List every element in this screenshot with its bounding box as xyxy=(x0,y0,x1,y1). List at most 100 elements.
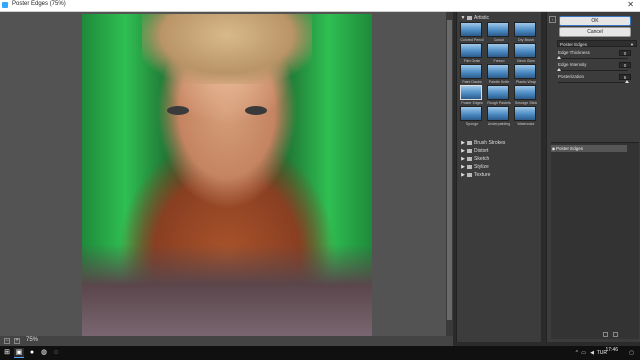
filter-label: Palette Knife xyxy=(488,80,510,84)
tray-chevron-icon[interactable]: ^ xyxy=(576,350,578,356)
photoshop-icon xyxy=(2,2,8,8)
slider-handle[interactable] xyxy=(557,68,561,71)
param-posterization: Posterization 6 xyxy=(557,74,637,86)
effect-layers-panel: ◉Poster Edges xyxy=(551,142,639,339)
filter-thumbnail[interactable]: Dry Brush xyxy=(514,22,538,44)
scrollbar-thumb[interactable] xyxy=(447,20,452,320)
app-taskbar-icon[interactable]: ● xyxy=(27,348,37,358)
gallery-scrollbar[interactable] xyxy=(541,12,543,342)
photoshop-taskbar-icon[interactable]: ▣ xyxy=(14,348,24,358)
image-eye-right xyxy=(245,106,267,115)
filter-thumbnail[interactable]: Palette Knife xyxy=(487,64,511,86)
filter-thumbnail[interactable]: Plastic Wrap xyxy=(514,64,538,86)
volume-icon[interactable]: ◀ xyxy=(590,350,594,356)
filter-label: Neon Glow xyxy=(517,59,535,63)
category-sketch[interactable]: ▶ Sketch xyxy=(459,155,541,163)
window-title: Poster Edges (75%) xyxy=(12,1,66,7)
filter-thumbnail[interactable]: Underpainting xyxy=(487,106,511,128)
zoom-level[interactable]: 75% xyxy=(26,337,38,343)
filter-thumbnail[interactable]: Film Grain xyxy=(460,43,484,65)
filter-thumbnail[interactable]: Smudge Stick xyxy=(514,85,538,107)
filter-preview-image xyxy=(487,64,509,79)
cancel-button[interactable]: Cancel xyxy=(559,27,631,37)
slider-track[interactable] xyxy=(558,58,628,59)
chevron-right-icon: ▶ xyxy=(461,156,465,162)
filter-preview-image xyxy=(460,64,482,79)
close-icon[interactable]: ✕ xyxy=(627,0,634,10)
filter-label: Rough Pastels xyxy=(487,101,511,105)
filter-preview-image xyxy=(460,43,482,58)
chevron-right-icon: ▶ xyxy=(461,140,465,146)
filter-label: Colored Pencil xyxy=(460,38,484,42)
filter-preview-image xyxy=(460,106,482,121)
preview-image[interactable] xyxy=(82,14,372,336)
filter-thumbnail[interactable]: Neon Glow xyxy=(514,43,538,65)
category-distort[interactable]: ▶ Distort xyxy=(459,147,541,155)
param-value-input[interactable]: 0 xyxy=(619,50,631,56)
slider-track[interactable] xyxy=(558,70,628,71)
window-titlebar: Poster Edges (75%) ✕ xyxy=(0,0,640,12)
filter-preview-image xyxy=(487,43,509,58)
filter-label: Film Grain xyxy=(463,59,481,63)
filter-thumbnail[interactable]: Poster Edges xyxy=(460,85,484,107)
ok-button[interactable]: OK xyxy=(559,16,631,26)
clock[interactable]: 17:46 xyxy=(605,348,618,353)
filter-label: Plastic Wrap xyxy=(515,80,537,84)
image-eye-left xyxy=(167,106,189,115)
browser-taskbar-icon[interactable]: ◍ xyxy=(39,348,49,358)
notifications-icon[interactable]: ▢ xyxy=(629,350,634,356)
preview-vertical-scrollbar[interactable] xyxy=(446,12,453,336)
filter-label: Watercolor xyxy=(517,122,535,126)
filter-preview-image xyxy=(487,106,509,121)
collapse-gallery-icon[interactable]: ‹ xyxy=(549,16,556,23)
filter-thumbnail[interactable]: Sponge xyxy=(460,106,484,128)
filter-label: Paint Daubs xyxy=(462,80,482,84)
filter-thumbnail[interactable]: Colored Pencil xyxy=(460,22,484,44)
filter-preview-image xyxy=(514,106,536,121)
windows-taskbar: ⊞ ▣ ● ◍ ◌ ^ ▭ ◀ TUR 17:46 ▢ xyxy=(0,346,640,360)
filter-preview-image xyxy=(514,64,536,79)
chevron-down-icon: ▼ xyxy=(460,15,466,21)
filter-preview-image xyxy=(460,22,482,37)
folder-icon xyxy=(467,164,472,169)
category-artistic[interactable]: ▼ Artistic xyxy=(459,14,541,22)
filter-thumbnail[interactable]: Watercolor xyxy=(514,106,538,128)
delete-effect-layer-icon[interactable] xyxy=(613,332,618,337)
chevron-right-icon: ▶ xyxy=(461,172,465,178)
filter-preview-image xyxy=(514,85,536,100)
slider-track[interactable] xyxy=(558,82,628,83)
filter-thumbnail[interactable]: Rough Pastels xyxy=(487,85,511,107)
folder-icon xyxy=(467,148,472,153)
filter-gallery: ▼ Artistic Colored Pencil Cutout Dry Brush F… xyxy=(456,12,543,342)
effect-layer-row[interactable]: ◉Poster Edges xyxy=(551,145,627,152)
filter-preview-image xyxy=(460,85,482,100)
new-effect-layer-icon[interactable] xyxy=(603,332,608,337)
filter-thumbnail[interactable]: Fresco xyxy=(487,43,511,65)
filter-select[interactable]: Poster Edges ▼ xyxy=(557,40,637,47)
slider-handle[interactable] xyxy=(625,80,629,83)
category-stylize[interactable]: ▶ Stylize xyxy=(459,163,541,171)
category-brush-strokes[interactable]: ▶ Brush Strokes xyxy=(459,139,541,147)
param-value-input[interactable]: 0 xyxy=(619,62,631,68)
preview-area xyxy=(0,12,453,336)
explorer-taskbar-icon[interactable]: ◌ xyxy=(51,348,61,358)
network-icon[interactable]: ▭ xyxy=(581,350,586,356)
folder-icon xyxy=(467,156,472,161)
chevron-right-icon: ▶ xyxy=(461,164,465,170)
filter-preview-image xyxy=(487,85,509,100)
windows-start-icon[interactable]: ⊞ xyxy=(2,348,12,358)
zoom-in-button[interactable]: + xyxy=(14,338,20,344)
param-edge-intensity: Edge Intensity 0 xyxy=(557,62,637,74)
chevron-down-icon: ▼ xyxy=(630,42,634,47)
category-texture[interactable]: ▶ Texture xyxy=(459,171,541,179)
chevron-right-icon: ▶ xyxy=(461,148,465,154)
preview-statusbar: − + 75% xyxy=(0,336,453,346)
zoom-out-button[interactable]: − xyxy=(4,338,10,344)
filter-label: Fresco xyxy=(493,59,505,63)
filter-preview-image xyxy=(487,22,509,37)
filter-label: Cutout xyxy=(493,38,505,42)
slider-handle[interactable] xyxy=(557,56,561,59)
filter-thumbnail[interactable]: Paint Daubs xyxy=(460,64,484,86)
filter-thumbnail[interactable]: Cutout xyxy=(487,22,511,44)
folder-icon xyxy=(467,172,472,177)
